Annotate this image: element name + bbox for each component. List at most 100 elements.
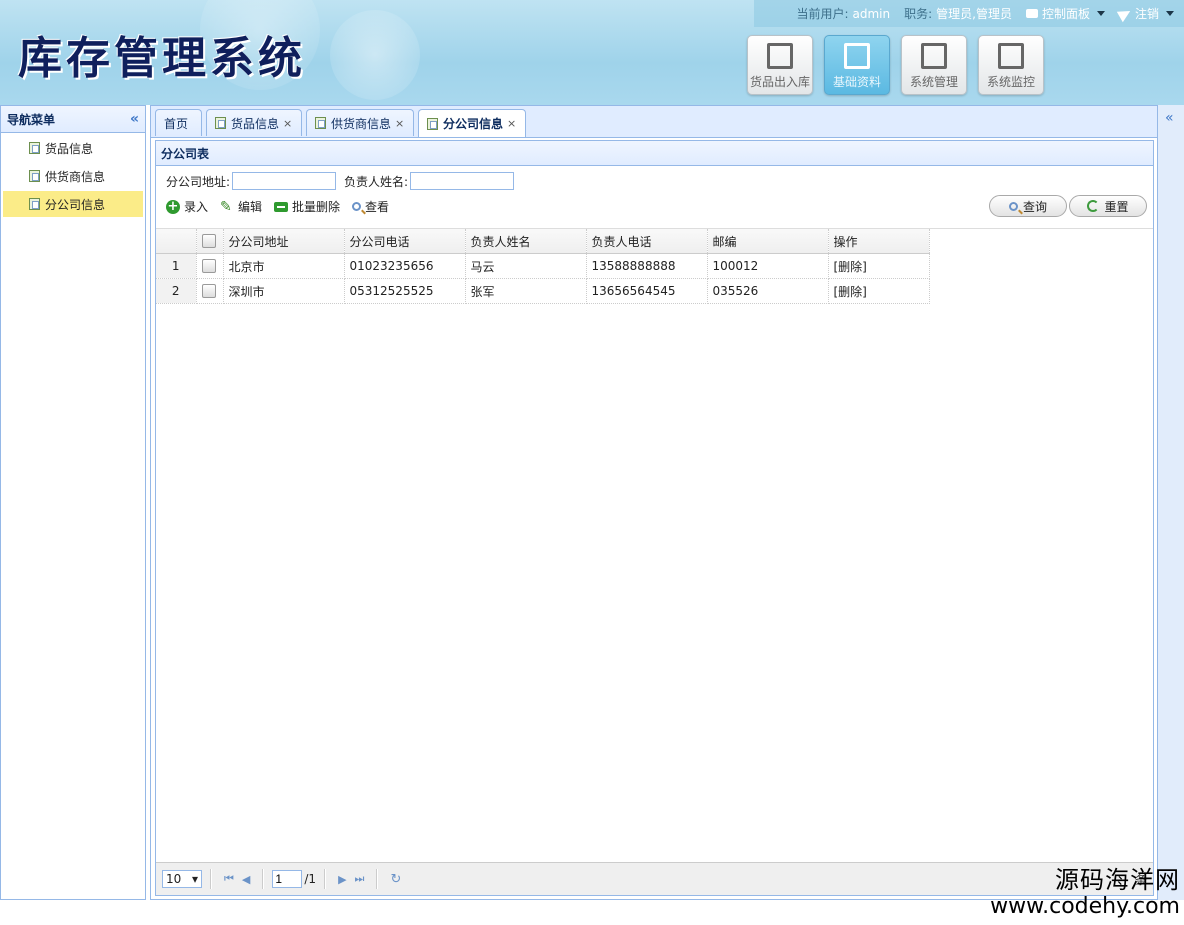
- branch-panel: 分公司表 分公司地址: 负责人姓名: + 录入 ✎ 编辑 批量删除 查看 查询 …: [155, 140, 1154, 896]
- query-label: 查询: [1022, 199, 1047, 214]
- column-header[interactable]: 邮编: [707, 229, 829, 254]
- nav-item-label: 分公司信息: [45, 197, 106, 212]
- close-icon[interactable]: ×: [395, 117, 404, 130]
- logout-label: 注销: [1134, 7, 1159, 21]
- column-header[interactable]: 负责人姓名: [465, 229, 587, 254]
- table-row[interactable]: 1 北京市 01023235656 马云 13588888888 100012 …: [156, 253, 930, 279]
- settings-sliders-icon: [921, 43, 947, 69]
- top-button-label: 系统监控: [986, 75, 1035, 89]
- address-search-input[interactable]: [232, 172, 337, 190]
- column-header[interactable]: 分公司地址: [223, 229, 345, 254]
- delete-link[interactable]: [删除]: [828, 278, 930, 304]
- monitor-icon: [998, 43, 1024, 69]
- batch-delete-button[interactable]: 批量删除: [274, 198, 340, 215]
- page-size-select[interactable]: 10 ▾: [162, 870, 202, 888]
- pencil-icon: ✎: [220, 198, 232, 215]
- chevron-down-icon: [1166, 11, 1174, 16]
- cell-manager-phone: 13656564545: [586, 278, 708, 304]
- page-icon: [215, 117, 226, 129]
- collapse-left-icon[interactable]: «: [130, 111, 139, 127]
- send-icon: [1116, 5, 1134, 22]
- prev-page-icon[interactable]: ◀: [242, 873, 250, 886]
- tab-home[interactable]: 首页: [155, 109, 202, 136]
- cell-address: 深圳市: [223, 278, 345, 304]
- manager-search-input[interactable]: [410, 172, 515, 190]
- delete-link[interactable]: [删除]: [828, 253, 930, 279]
- close-icon[interactable]: ×: [507, 117, 516, 130]
- checkbox-icon: [201, 259, 216, 274]
- current-user-label: 当前用户:: [796, 7, 849, 21]
- tab-label: 供货商信息: [331, 116, 392, 131]
- control-panel-menu[interactable]: 控制面板: [1025, 5, 1105, 22]
- pager-separator: [376, 869, 379, 889]
- right-collapsed-panel: «: [1157, 105, 1184, 900]
- page-number-input[interactable]: [272, 870, 303, 888]
- top-button-system-monitor[interactable]: 系统监控: [978, 35, 1044, 95]
- column-header[interactable]: 操作: [828, 229, 930, 254]
- add-button[interactable]: + 录入: [166, 198, 208, 215]
- top-button-label: 基础资料: [832, 75, 881, 89]
- expand-right-icon[interactable]: «: [1165, 110, 1174, 126]
- grid-toolbar: + 录入 ✎ 编辑 批量删除 查看: [166, 198, 389, 215]
- left-nav-panel: 导航菜单 « 货品信息 供货商信息 分公司信息: [0, 105, 146, 900]
- top-button-system-manage[interactable]: 系统管理: [901, 35, 967, 95]
- user-role-value: 管理员,管理员: [936, 7, 1012, 21]
- page-size-value: 10: [166, 872, 182, 886]
- tab-branch[interactable]: 分公司信息 ×: [418, 109, 526, 137]
- grid-header-row: 分公司地址 分公司电话 负责人姓名 负责人电话 邮编 操作: [156, 229, 930, 254]
- close-icon[interactable]: ×: [283, 117, 292, 130]
- select-all-checkbox[interactable]: [196, 229, 224, 254]
- view-button[interactable]: 查看: [352, 198, 389, 215]
- cell-zip: 035526: [707, 278, 829, 304]
- last-page-icon[interactable]: ⏭: [355, 872, 365, 886]
- table-row[interactable]: 2 深圳市 05312525525 张军 13656564545 035526 …: [156, 278, 930, 304]
- checkbox-icon: [201, 284, 216, 299]
- user-role: 职务: 管理员,管理员: [904, 5, 1012, 22]
- panel-title: 分公司表: [156, 141, 1153, 166]
- tab-label: 首页: [164, 116, 189, 131]
- column-header[interactable]: 分公司电话: [344, 229, 466, 254]
- row-number: 2: [156, 278, 197, 304]
- next-page-icon[interactable]: ▶: [338, 873, 346, 886]
- tab-goods[interactable]: 货品信息 ×: [206, 109, 302, 136]
- top-button-stock-io[interactable]: 货品出入库: [747, 35, 813, 95]
- app-title: 库存管理系统: [18, 33, 306, 84]
- manager-field-label: 负责人姓名:: [344, 174, 409, 189]
- remove-icon: [274, 201, 289, 212]
- row-checkbox[interactable]: [196, 253, 224, 279]
- rownum-header: [156, 229, 197, 254]
- nav-title: 导航菜单: [7, 112, 56, 127]
- checkbox-icon: [201, 234, 216, 249]
- nav-item-supplier[interactable]: 供货商信息: [3, 163, 143, 189]
- nav-item-label: 供货商信息: [45, 169, 106, 184]
- refresh-icon: [1087, 200, 1100, 212]
- pager-separator: [210, 869, 212, 889]
- nav-item-goods[interactable]: 货品信息: [3, 135, 143, 161]
- refresh-icon[interactable]: ↻: [390, 872, 401, 887]
- query-button[interactable]: 查询: [989, 195, 1067, 217]
- search-form: 分公司地址: 负责人姓名:: [166, 172, 515, 190]
- total-pages: /1: [304, 872, 317, 886]
- cell-manager-phone: 13588888888: [586, 253, 708, 279]
- cell-zip: 100012: [707, 253, 829, 279]
- user-role-label: 职务:: [904, 7, 933, 21]
- cell-address: 北京市: [223, 253, 345, 279]
- reset-label: 重置: [1104, 199, 1129, 214]
- reset-button[interactable]: 重置: [1069, 195, 1147, 217]
- edit-button[interactable]: ✎ 编辑: [220, 198, 262, 215]
- chevron-down-icon: [1096, 11, 1105, 16]
- top-button-basic-data[interactable]: 基础资料: [824, 35, 890, 95]
- current-user-value: admin: [852, 6, 891, 21]
- batch-delete-label: 批量删除: [292, 200, 341, 214]
- branch-grid: 分公司地址 分公司电话 负责人姓名 负责人电话 邮编 操作 1 北京市 0102…: [156, 228, 1153, 304]
- column-header[interactable]: 负责人电话: [586, 229, 708, 254]
- cell-manager: 张军: [465, 278, 587, 304]
- first-page-icon[interactable]: ⏮: [224, 872, 234, 886]
- logout-menu[interactable]: 注销: [1116, 5, 1174, 22]
- view-label: 查看: [365, 200, 390, 214]
- header-banner: 库存管理系统 当前用户: admin 职务: 管理员,管理员 控制面板 注销 货…: [0, 0, 1184, 105]
- tab-supplier[interactable]: 供货商信息 ×: [306, 109, 414, 136]
- row-checkbox[interactable]: [196, 278, 224, 304]
- current-user: 当前用户: admin: [796, 5, 890, 22]
- nav-item-branch[interactable]: 分公司信息: [3, 191, 143, 217]
